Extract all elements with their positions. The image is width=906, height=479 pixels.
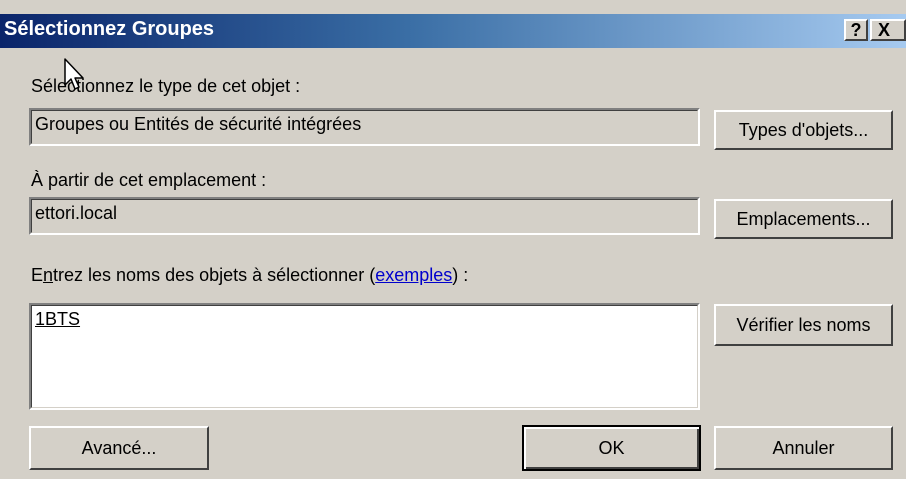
names-label-accelerator: n (43, 265, 54, 285)
names-label-suffix: ) : (452, 265, 469, 285)
help-icon: ? (850, 20, 862, 40)
object-type-value: Groupes ou Entités de sécurité intégrées (35, 114, 362, 134)
dialog-title: Sélectionnez Groupes (4, 18, 215, 40)
title-bar[interactable]: Sélectionnez Groupes ? X (0, 14, 906, 48)
examples-link[interactable]: exemples (375, 265, 452, 285)
location-value: ettori.local (35, 203, 118, 223)
check-names-button[interactable]: Vérifier les noms (714, 304, 893, 346)
mouse-pointer-icon (64, 58, 84, 90)
object-names-value: 1BTS (35, 309, 81, 329)
names-label: Entrez les noms des objets à sélectionne… (31, 265, 468, 286)
ok-button[interactable]: OK (522, 425, 701, 471)
object-names-input[interactable]: 1BTS (29, 303, 700, 410)
cancel-button[interactable]: Annuler (714, 426, 893, 470)
names-label-prefix: E (31, 265, 44, 285)
select-groups-dialog: Sélectionnez Groupes ? X Sélectionnez le… (0, 0, 906, 479)
close-button[interactable]: X (870, 19, 906, 41)
close-icon: X (878, 20, 891, 40)
object-type-field: Groupes ou Entités de sécurité intégrées (29, 108, 700, 146)
location-label: À partir de cet emplacement : (31, 170, 267, 190)
object-types-button[interactable]: Types d'objets... (714, 110, 893, 150)
location-field: ettori.local (29, 197, 700, 235)
advanced-button[interactable]: Avancé... (29, 426, 209, 470)
help-button[interactable]: ? (844, 19, 868, 41)
locations-button[interactable]: Emplacements... (714, 199, 893, 239)
names-label-text: trez les noms des objets à sélectionner … (53, 265, 376, 285)
